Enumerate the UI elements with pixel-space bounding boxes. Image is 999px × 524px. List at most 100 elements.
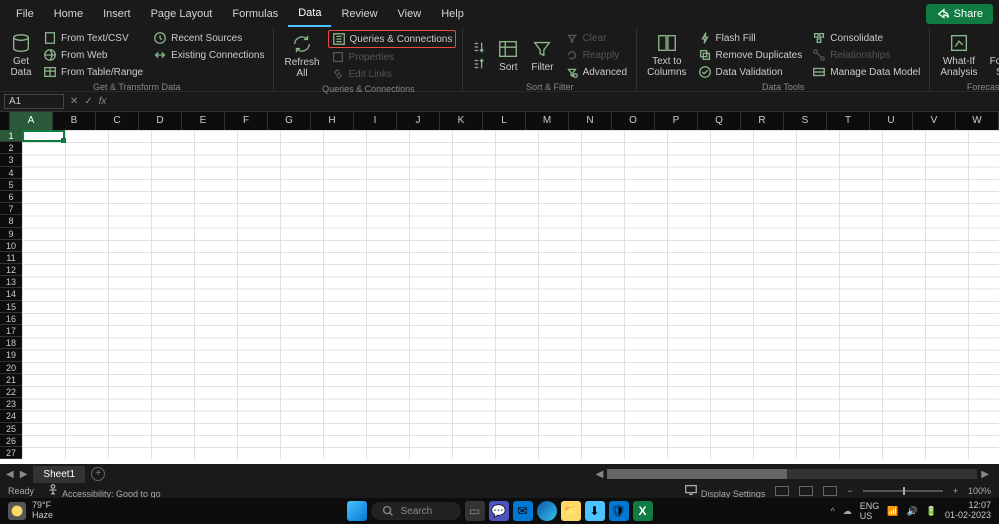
volume-icon[interactable]: 🔊 xyxy=(907,506,918,517)
data-validation-button[interactable]: Data Validation xyxy=(695,64,806,80)
row-header[interactable]: 20 xyxy=(0,362,22,374)
column-header[interactable]: E xyxy=(182,112,225,130)
row-header[interactable]: 18 xyxy=(0,337,22,349)
column-header[interactable]: P xyxy=(655,112,698,130)
column-header[interactable]: I xyxy=(354,112,397,130)
sheet-nav-prev-icon[interactable]: ◀ xyxy=(6,469,14,480)
row-header[interactable]: 25 xyxy=(0,423,22,435)
page-layout-view-icon[interactable] xyxy=(799,486,813,496)
column-header[interactable]: S xyxy=(784,112,827,130)
cells-grid[interactable] xyxy=(22,130,999,459)
cancel-formula-icon[interactable]: ✕ xyxy=(70,96,78,107)
hscroll-left-icon[interactable]: ◀ xyxy=(596,469,604,480)
row-header[interactable]: 13 xyxy=(0,276,22,288)
tab-data[interactable]: Data xyxy=(288,1,331,27)
column-header[interactable]: G xyxy=(268,112,311,130)
normal-view-icon[interactable] xyxy=(775,486,789,496)
column-header[interactable]: K xyxy=(440,112,483,130)
column-header[interactable]: U xyxy=(870,112,913,130)
tab-home[interactable]: Home xyxy=(44,2,93,26)
page-break-view-icon[interactable] xyxy=(823,486,837,496)
chat-icon[interactable]: 💬 xyxy=(489,501,509,521)
weather-widget[interactable]: 79°FHaze xyxy=(8,501,53,521)
app-icon[interactable]: ⬇ xyxy=(585,501,605,521)
row-header[interactable]: 19 xyxy=(0,349,22,361)
row-header[interactable]: 3 xyxy=(0,154,22,166)
column-header[interactable]: F xyxy=(225,112,268,130)
what-if-analysis-button[interactable]: What-If Analysis xyxy=(936,30,981,80)
zoom-in-icon[interactable]: + xyxy=(953,486,958,496)
row-header[interactable]: 7 xyxy=(0,203,22,215)
row-header[interactable]: 15 xyxy=(0,301,22,313)
start-button[interactable] xyxy=(347,501,367,521)
excel-icon[interactable]: X xyxy=(633,501,653,521)
refresh-all-button[interactable]: Refresh All xyxy=(280,30,323,82)
from-web-button[interactable]: From Web xyxy=(40,47,146,63)
row-header[interactable]: 17 xyxy=(0,325,22,337)
column-header[interactable]: R xyxy=(741,112,784,130)
row-header[interactable]: 23 xyxy=(0,398,22,410)
column-header[interactable]: H xyxy=(311,112,354,130)
select-all-corner[interactable] xyxy=(0,112,10,130)
row-header[interactable]: 4 xyxy=(0,167,22,179)
forecast-sheet-button[interactable]: Forecast Sheet xyxy=(986,30,999,80)
column-header[interactable]: M xyxy=(526,112,569,130)
column-header[interactable]: O xyxy=(612,112,655,130)
language-indicator[interactable]: ENGUS xyxy=(860,501,880,521)
taskbar-search[interactable]: Search xyxy=(371,502,461,520)
row-header[interactable]: 16 xyxy=(0,313,22,325)
accessibility-status[interactable]: Accessibility: Good to go xyxy=(46,483,161,499)
sheet-tab[interactable]: Sheet1 xyxy=(33,466,85,483)
tray-expand-icon[interactable]: ^ xyxy=(831,506,835,516)
tab-file[interactable]: File xyxy=(6,2,44,26)
security-icon[interactable]: 🛡 xyxy=(609,501,629,521)
active-cell[interactable] xyxy=(22,130,65,142)
sort-az-button[interactable] xyxy=(469,39,489,55)
row-header[interactable]: 11 xyxy=(0,252,22,264)
column-header[interactable]: L xyxy=(483,112,526,130)
recent-sources-button[interactable]: Recent Sources xyxy=(150,30,267,46)
column-header[interactable]: A xyxy=(10,112,53,130)
column-header[interactable]: C xyxy=(96,112,139,130)
battery-icon[interactable]: 🔋 xyxy=(926,506,937,517)
row-header[interactable]: 10 xyxy=(0,240,22,252)
row-header[interactable]: 2 xyxy=(0,142,22,154)
task-view-icon[interactable]: ▭ xyxy=(465,501,485,521)
from-text-csv-button[interactable]: From Text/CSV xyxy=(40,30,146,46)
sheet-nav-next-icon[interactable]: ▶ xyxy=(20,469,28,480)
zoom-slider[interactable] xyxy=(863,490,943,492)
row-header[interactable]: 5 xyxy=(0,179,22,191)
tab-formulas[interactable]: Formulas xyxy=(222,2,288,26)
formula-input[interactable] xyxy=(113,95,999,108)
wifi-icon[interactable]: 📶 xyxy=(887,506,898,517)
row-header[interactable]: 1 xyxy=(0,130,22,142)
row-header[interactable]: 9 xyxy=(0,228,22,240)
edge-icon[interactable] xyxy=(537,501,557,521)
column-header[interactable]: J xyxy=(397,112,440,130)
flash-fill-button[interactable]: Flash Fill xyxy=(695,30,806,46)
add-sheet-button[interactable]: + xyxy=(91,467,105,481)
row-header[interactable]: 22 xyxy=(0,386,22,398)
hscroll-right-icon[interactable]: ▶ xyxy=(981,469,989,480)
existing-connections-button[interactable]: Existing Connections xyxy=(150,47,267,63)
row-header[interactable]: 24 xyxy=(0,410,22,422)
row-header[interactable]: 21 xyxy=(0,374,22,386)
row-header[interactable]: 6 xyxy=(0,191,22,203)
row-header[interactable]: 26 xyxy=(0,435,22,447)
hscroll-track[interactable] xyxy=(607,469,977,479)
column-header[interactable]: N xyxy=(569,112,612,130)
column-header[interactable]: D xyxy=(139,112,182,130)
enter-formula-icon[interactable]: ✓ xyxy=(84,96,92,107)
fx-icon[interactable]: fx xyxy=(99,96,107,107)
column-header[interactable]: T xyxy=(827,112,870,130)
text-to-columns-button[interactable]: Text to Columns xyxy=(643,30,690,80)
sort-za-button[interactable] xyxy=(469,56,489,72)
tab-view[interactable]: View xyxy=(388,2,432,26)
column-header[interactable]: W xyxy=(956,112,999,130)
queries-connections-button[interactable]: Queries & Connections xyxy=(328,30,457,48)
column-header[interactable]: Q xyxy=(698,112,741,130)
column-header[interactable]: V xyxy=(913,112,956,130)
consolidate-button[interactable]: Consolidate xyxy=(809,30,923,46)
share-button[interactable]: Share xyxy=(926,4,993,24)
onedrive-icon[interactable]: ☁ xyxy=(843,506,852,517)
